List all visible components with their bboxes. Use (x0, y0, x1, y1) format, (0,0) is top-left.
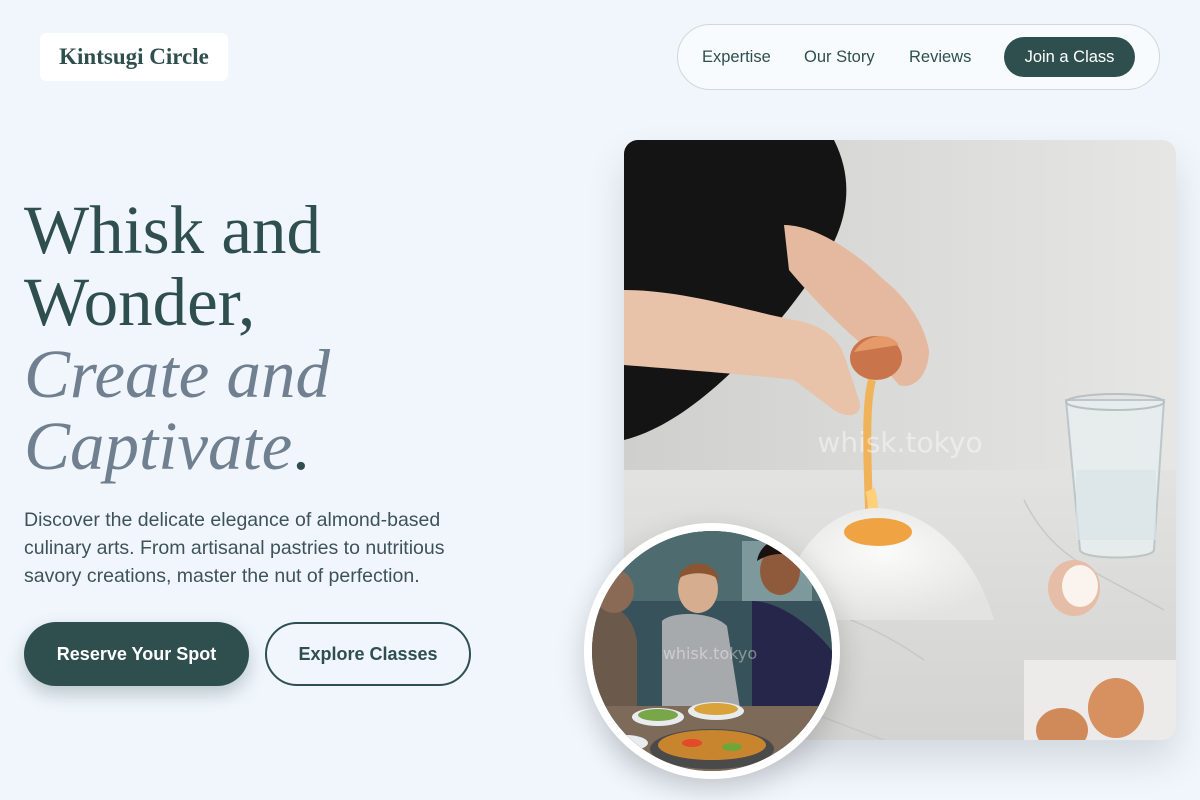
headline-line-2: Wonder, (24, 264, 256, 340)
headline-line-1: Whisk and (24, 192, 322, 268)
top-nav: Expertise Our Story Reviews Join a Class (677, 24, 1160, 90)
brand-logo[interactable]: Kintsugi Circle (40, 33, 228, 81)
headline-italic-line-2: Captivate. (24, 410, 584, 482)
nav-link-our-story[interactable]: Our Story (804, 25, 875, 89)
hero-subtitle: Discover the delicate elegance of almond… (24, 509, 445, 587)
headline-italic-word: Captivate (24, 408, 293, 484)
nav-link-expertise[interactable]: Expertise (702, 25, 771, 89)
nav-link-reviews[interactable]: Reviews (909, 25, 971, 89)
main-image-watermark: whisk.tokyo (817, 426, 982, 459)
hero-headline: Whisk and Wonder, Create and Captivate. (24, 194, 584, 482)
headline-italic-line-1: Create and (24, 336, 330, 412)
circle-image-watermark: whisk.tokyo (663, 644, 757, 663)
reserve-spot-button[interactable]: Reserve Your Spot (24, 622, 249, 686)
headline-period: . (292, 408, 310, 484)
cooking-class-image: whisk.tokyo (584, 523, 840, 779)
cooking-class-photo: whisk.tokyo (592, 531, 832, 771)
join-class-button[interactable]: Join a Class (1004, 37, 1135, 77)
brand-name: Kintsugi Circle (59, 44, 209, 69)
explore-classes-button[interactable]: Explore Classes (265, 622, 471, 686)
